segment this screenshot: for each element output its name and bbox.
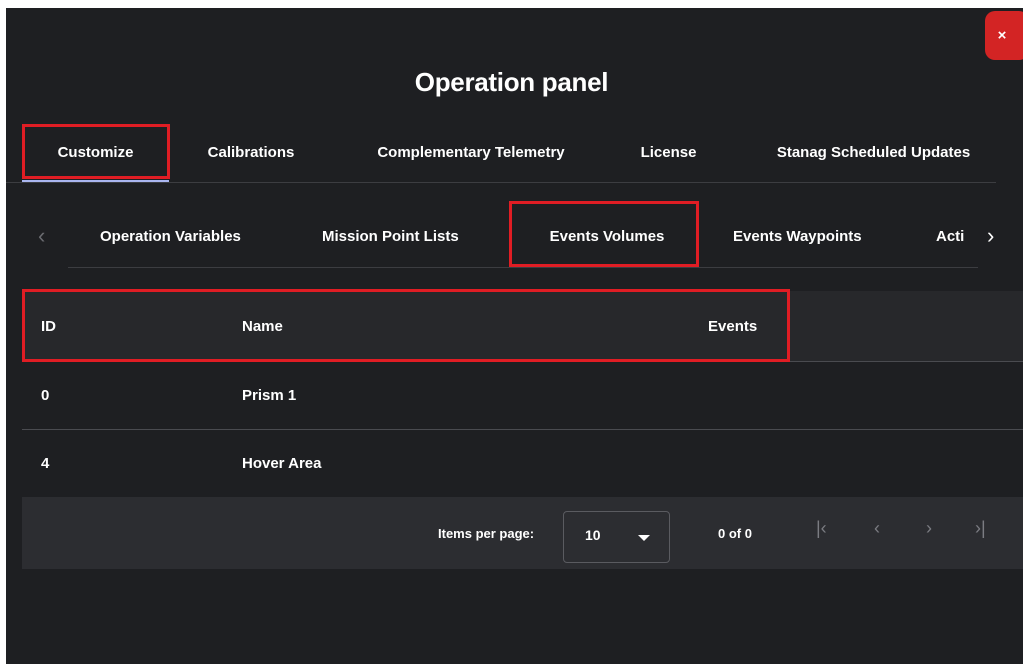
column-header-name[interactable]: Name <box>242 291 283 361</box>
subtab-label: Operation Variables <box>100 228 241 245</box>
tab-stanag-scheduled-updates[interactable]: Stanag Scheduled Updates <box>751 124 996 181</box>
tab-calibrations[interactable]: Calibrations <box>186 124 316 181</box>
last-page-icon[interactable]: ›| <box>975 518 986 538</box>
next-page-icon[interactable]: › <box>926 518 932 538</box>
subtab-mission-point-lists[interactable]: Mission Point Lists <box>322 206 459 267</box>
page-range-label: 0 of 0 <box>718 526 752 541</box>
subtab-label: Mission Point Lists <box>322 228 459 245</box>
page-size-select[interactable]: 10 <box>563 511 670 563</box>
tab-customize[interactable]: Customize <box>22 124 169 182</box>
items-per-page-label: Items per page: <box>438 526 535 541</box>
chevron-left-icon[interactable]: ‹ <box>38 223 45 249</box>
subtab-events-waypoints[interactable]: Events Waypoints <box>733 206 862 267</box>
cell-name: Prism 1 <box>242 387 297 404</box>
subtab-label: Acti <box>936 228 965 245</box>
first-page-icon[interactable]: |‹ <box>816 518 827 538</box>
subtab-actions[interactable]: Acti <box>936 206 966 267</box>
table-header: ID Name Events <box>22 291 1023 362</box>
subtab-operation-variables[interactable]: Operation Variables <box>100 206 241 267</box>
tab-label: Customize <box>57 144 134 161</box>
tab-complementary-telemetry[interactable]: Complementary Telemetry <box>346 124 596 181</box>
column-header-events[interactable]: Events <box>708 291 757 361</box>
subtab-events-volumes[interactable]: Events Volumes <box>515 206 699 267</box>
tab-label: License <box>640 144 697 161</box>
column-header-id[interactable]: ID <box>41 291 56 361</box>
subtab-divider <box>68 267 978 268</box>
cell-id: 0 <box>41 387 50 404</box>
page-title: Operation panel <box>414 67 609 97</box>
chevron-right-icon[interactable]: › <box>987 223 994 249</box>
previous-page-icon[interactable]: ‹ <box>874 518 880 538</box>
tab-label: Calibrations <box>207 144 295 161</box>
tab-license[interactable]: License <box>621 124 716 181</box>
tab-label: Complementary Telemetry <box>377 144 565 161</box>
close-icon: × <box>997 27 1007 44</box>
table-row[interactable]: 0 Prism 1 <box>22 362 1023 430</box>
close-button[interactable]: × <box>985 11 1023 60</box>
tab-label: Stanag Scheduled Updates <box>776 144 971 161</box>
events-volumes-table: ID Name Events 0 Prism 1 4 Hover Area <box>22 291 1023 498</box>
cell-id: 4 <box>41 455 50 472</box>
subtab-label: Events Waypoints <box>733 228 862 245</box>
page-size-value: 10 <box>585 527 601 543</box>
caret-down-icon <box>638 535 650 541</box>
table-row[interactable]: 4 Hover Area <box>22 430 1023 498</box>
paginator: Items per page: 10 0 of 0 |‹ ‹ › ›| <box>22 497 1023 569</box>
main-tab-bar: Customize Calibrations Complementary Tel… <box>6 124 996 183</box>
cell-name: Hover Area <box>242 455 322 472</box>
subtab-label: Events Volumes <box>549 228 665 245</box>
